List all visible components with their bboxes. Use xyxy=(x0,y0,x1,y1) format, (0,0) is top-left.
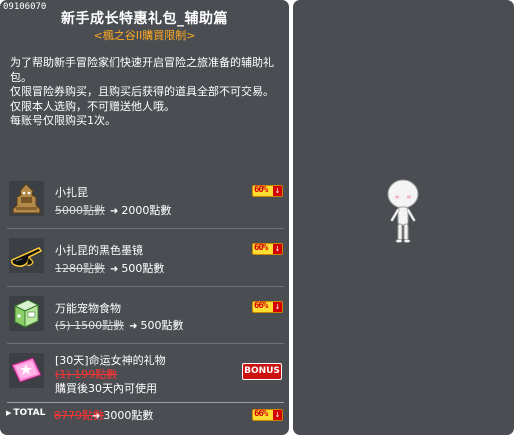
package-item-row[interactable]: 小扎昆 5000點數 ➜ 2000點數 60% ↓ xyxy=(9,181,283,221)
package-title: 新手成长特惠礼包_辅助篇 xyxy=(61,11,228,27)
pink-gift-ticket-icon xyxy=(9,353,44,388)
item-price: (5) 1500點數 ➜ 500點數 xyxy=(55,317,183,333)
item-name: 小扎昆的黑色墨镜 xyxy=(55,244,143,257)
black-sunglasses-icon xyxy=(9,238,44,273)
item-price: 1280點數 ➜ 500點數 xyxy=(55,260,164,276)
character-preview-panel xyxy=(293,0,514,435)
down-arrow-icon: ↓ xyxy=(273,302,282,312)
package-item-row[interactable]: [30天]命运女神的礼物 (1) 199點數 購買後30天內可使用 BONUS xyxy=(9,353,283,399)
sale-price: 500點數 xyxy=(140,319,184,332)
package-item-row[interactable]: 小扎昆的黑色墨镜 1280點數 ➜ 500點數 60% ↓ xyxy=(9,238,283,278)
description-line: 仅限冒险券购买，且购买后获得的道具全部不可交易。 xyxy=(10,85,274,98)
divider xyxy=(7,343,284,344)
bonus-badge: BONUS xyxy=(242,363,282,380)
divider xyxy=(7,228,284,229)
down-arrow-icon: ↓ xyxy=(273,186,282,196)
description-line: 为了帮助新手冒险家们快速开启冒险之旅准备的辅助礼包。 xyxy=(10,56,274,84)
discount-badge: 60% ↓ xyxy=(252,185,283,197)
item-info-panel: 09106070 新手成长特惠礼包_辅助篇 <楓之谷II購買限制> 为了帮助新手… xyxy=(0,0,289,435)
divider xyxy=(7,402,284,403)
pet-food-box-icon xyxy=(9,296,44,331)
discount-badge: 66% ↓ xyxy=(252,409,283,421)
total-label: ▶ TOTAL xyxy=(6,408,46,418)
item-name: 小扎昆 xyxy=(55,186,88,199)
arrow-right-icon: ➜ xyxy=(129,321,138,332)
original-price: (5) 1500點數 xyxy=(55,319,125,332)
description-line: 每账号仅限购买1次。 xyxy=(10,114,116,127)
triangle-right-icon: ▶ xyxy=(6,409,12,417)
down-arrow-icon: ↓ xyxy=(273,410,282,420)
original-price: 1280點數 xyxy=(55,262,105,275)
discount-badge: 66% ↓ xyxy=(252,301,283,313)
total-sale-price: ➜ 3000點數 xyxy=(92,409,154,422)
description-line: 仅限本人选购，不可赠送他人哦。 xyxy=(10,99,175,113)
original-price: 5000點數 xyxy=(55,204,105,217)
arrow-right-icon: ➜ xyxy=(110,206,119,217)
item-price: 5000點數 ➜ 2000點數 xyxy=(55,202,171,218)
sale-price: 2000點數 xyxy=(121,204,172,217)
arrow-right-icon: ➜ xyxy=(110,264,119,275)
purchase-restriction-label: <楓之谷II購買限制> xyxy=(93,29,196,42)
item-name: 万能宠物食物 xyxy=(55,302,121,315)
down-arrow-icon: ↓ xyxy=(273,244,282,254)
usage-note: 購買後30天內可使用 xyxy=(55,382,157,395)
arrow-right-icon: ➜ xyxy=(92,411,101,422)
character-avatar xyxy=(386,178,420,254)
total-row: ▶ TOTAL 8779點數 ➜ 3000點數 66% ↓ xyxy=(6,408,283,424)
discount-badge: 60% ↓ xyxy=(252,243,283,255)
package-item-row[interactable]: 万能宠物食物 (5) 1500點數 ➜ 500點數 66% ↓ xyxy=(9,296,283,336)
sale-price: 500點數 xyxy=(121,262,165,275)
zakum-figure-icon xyxy=(9,181,44,216)
package-description: 为了帮助新手冒险家们快速开启冒险之旅准备的辅助礼包。 仅限冒险券购买，且购买后获… xyxy=(10,56,282,129)
divider xyxy=(7,286,284,287)
